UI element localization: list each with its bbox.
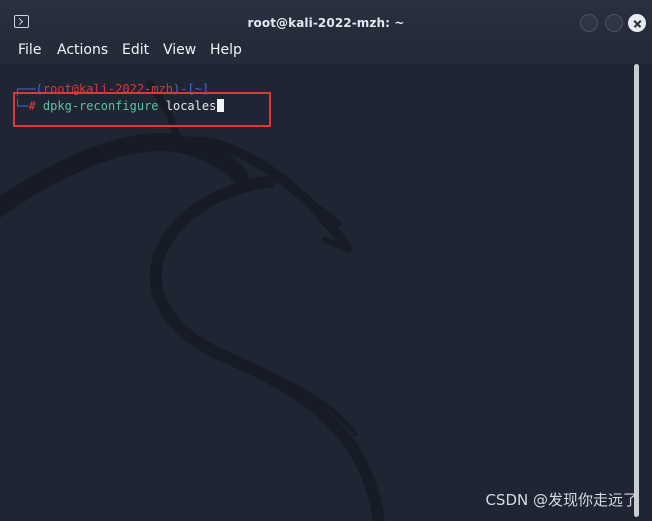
minimize-icon[interactable]	[580, 14, 598, 32]
menu-view[interactable]: View	[163, 42, 196, 58]
menu-actions[interactable]: Actions	[57, 42, 108, 58]
csdn-watermark: CSDN @发现你走远了	[485, 491, 638, 509]
kali-dragon-watermark	[0, 80, 386, 521]
scrollbar-thumb[interactable]	[634, 64, 639, 517]
menu-help[interactable]: Help	[210, 42, 242, 58]
menu-bar: File Actions Edit View Help	[0, 36, 652, 64]
maximize-icon[interactable]	[605, 14, 623, 32]
title-bar[interactable]: root@kali-2022-mzh: ~	[0, 0, 652, 36]
close-icon[interactable]	[628, 14, 646, 32]
menu-edit[interactable]: Edit	[122, 42, 149, 58]
annotation-highlight-box	[13, 92, 271, 127]
scrollbar[interactable]	[633, 64, 641, 517]
terminal-window: root@kali-2022-mzh: ~ File Actions Edit …	[0, 0, 652, 521]
terminal-area[interactable]: ┌──(root@kali-2022-mzh)-[~] └─# dpkg-rec…	[0, 64, 652, 521]
menu-file[interactable]: File	[18, 42, 41, 58]
window-title: root@kali-2022-mzh: ~	[247, 16, 405, 30]
